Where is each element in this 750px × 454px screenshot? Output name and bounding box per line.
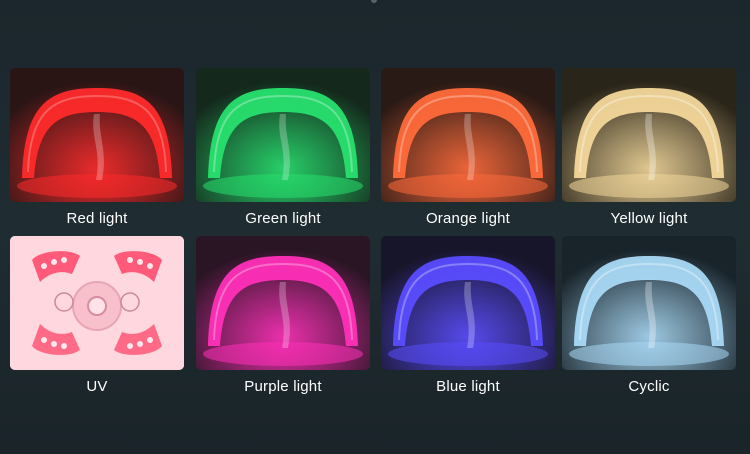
panel-yellow: Yellow light [562,68,736,227]
panel-red: Red light [10,68,184,227]
cyclic-image [562,236,736,370]
panel-cyclic: Cyclic [562,236,736,395]
panel-label: Yellow light [610,210,688,227]
purple-light-image [196,236,370,370]
arch-device-icon [562,68,736,202]
panel-label: UV [86,378,108,395]
led-panel-icon [10,236,184,370]
panel-label: Green light [245,210,321,227]
panel-purple: Purple light [196,236,370,395]
panel-label: Purple light [244,378,322,395]
panel-label: Blue light [436,378,500,395]
arch-device-icon [381,68,555,202]
panel-label: Cyclic [628,378,670,395]
yellow-light-image [562,68,736,202]
orange-light-image [381,68,555,202]
red-light-image [10,68,184,202]
arch-device-icon [196,68,370,202]
blue-light-image [381,236,555,370]
arch-device-icon [10,68,184,202]
panel-green: Green light [196,68,370,227]
panel-uv: UV [10,236,184,395]
green-light-image [196,68,370,202]
uv-image [10,236,184,370]
light-mode-grid: Red light Green light Orange light Yello… [0,0,750,454]
arch-device-icon [196,236,370,370]
arch-device-icon [381,236,555,370]
panel-blue: Blue light [381,236,555,395]
panel-label: Orange light [425,210,511,227]
panel-orange: Orange light [381,68,555,227]
arch-device-icon [562,236,736,370]
panel-label: Red light [66,210,128,227]
